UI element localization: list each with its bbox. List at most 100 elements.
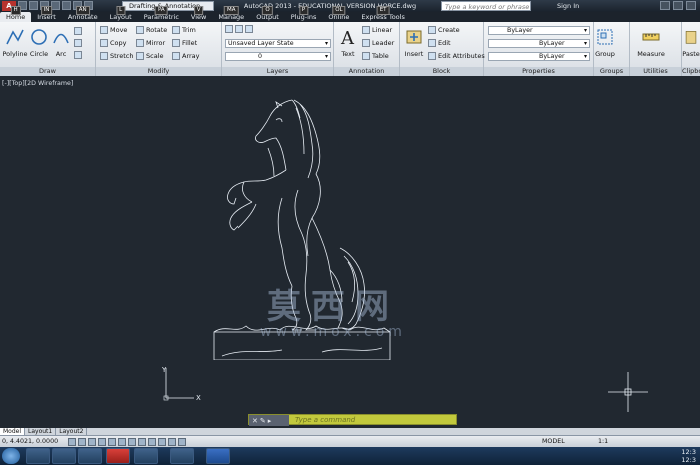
modify-panel-title[interactable]: Modify — [96, 67, 221, 76]
copy-button[interactable]: Copy — [100, 38, 127, 48]
polar-icon[interactable] — [98, 438, 106, 446]
keytip: O — [262, 6, 273, 15]
command-input[interactable]: Type a command — [295, 415, 355, 426]
leader-icon — [362, 39, 370, 47]
minimize-button[interactable] — [660, 1, 670, 10]
layer-state-select[interactable]: Unsaved Layer State — [225, 39, 331, 48]
tab-home[interactable]: Home H — [0, 6, 32, 22]
utilities-panel-title[interactable]: Utilities — [630, 67, 681, 76]
taskbar-app-icon[interactable] — [106, 448, 130, 464]
lineweight-icon[interactable] — [148, 438, 156, 446]
linetype-select[interactable]: ByLayer — [488, 39, 590, 48]
paste-button[interactable]: Paste — [682, 26, 700, 58]
draw-panel-title[interactable]: Draw — [0, 67, 95, 76]
close-button[interactable] — [686, 1, 696, 10]
tab-view[interactable]: View V — [185, 6, 212, 22]
draw-panel: Polyline Circle Arc Draw — [0, 22, 96, 76]
window-controls — [660, 1, 696, 10]
selection-cycling-icon[interactable] — [178, 438, 186, 446]
viewport-controls-label[interactable]: [-][Top][2D Wireframe] — [2, 80, 73, 87]
properties-panel: ByLayer ByLayer ByLayer Properties — [484, 22, 594, 76]
move-button[interactable]: Move — [100, 25, 127, 35]
taskbar-explorer-icon[interactable] — [26, 448, 50, 464]
linear-dimension-button[interactable]: Linear — [362, 25, 392, 35]
trim-icon — [172, 26, 180, 34]
group-button[interactable]: Group — [594, 26, 616, 58]
layer-select[interactable]: 0 — [225, 52, 331, 61]
command-line-tools: ✕ ✎ ▸ — [249, 415, 289, 426]
layer-off-icon[interactable] — [235, 25, 243, 33]
trim-button[interactable]: Trim — [172, 25, 196, 35]
tab-layout[interactable]: Layout L — [104, 6, 138, 22]
layer-isolate-icon[interactable] — [245, 25, 253, 33]
taskbar-autocad-icon[interactable] — [170, 448, 194, 464]
dyn-icon[interactable] — [138, 438, 146, 446]
create-block-button[interactable]: Create — [428, 25, 460, 35]
ducs-icon[interactable] — [128, 438, 136, 446]
transparency-icon[interactable] — [158, 438, 166, 446]
clipboard-panel-title[interactable]: Clipbo — [682, 67, 700, 76]
insert-block-button[interactable]: Insert — [400, 26, 428, 58]
help-search-input[interactable]: Type a keyword or phrase — [441, 1, 531, 11]
arc-button[interactable]: Arc — [46, 26, 76, 58]
osnap-icon[interactable] — [108, 438, 116, 446]
tab-online[interactable]: Online OL — [322, 6, 355, 22]
layers-panel-title[interactable]: Layers — [222, 67, 333, 76]
edit-block-button[interactable]: Edit — [428, 38, 451, 48]
tab-express-tools[interactable]: Express Tools ET — [355, 6, 410, 22]
sign-in-link[interactable]: Sign In — [557, 0, 579, 12]
measure-button[interactable]: Measure — [634, 26, 668, 58]
tab-output[interactable]: Output O — [250, 6, 285, 22]
quick-properties-icon[interactable] — [168, 438, 176, 446]
move-icon — [100, 26, 108, 34]
rectangle-tool-icon[interactable] — [74, 50, 82, 60]
leader-button[interactable]: Leader — [362, 38, 394, 48]
properties-panel-title[interactable]: Properties — [484, 67, 593, 76]
recent-commands-icon[interactable]: ▸ — [268, 417, 272, 425]
customize-command-icon[interactable]: ✎ — [260, 417, 266, 425]
tab-annotate[interactable]: Annotate AN — [62, 6, 104, 22]
color-select[interactable]: ByLayer — [488, 26, 590, 35]
rotate-button[interactable]: Rotate — [136, 25, 167, 35]
block-panel-title[interactable]: Block — [400, 67, 483, 76]
tab-plug-ins[interactable]: Plug-ins P — [285, 6, 323, 22]
layer-properties-icon[interactable] — [225, 25, 233, 33]
maximize-button[interactable] — [673, 1, 683, 10]
tab-model[interactable]: Model — [0, 428, 26, 435]
otrack-icon[interactable] — [118, 438, 126, 446]
text-button[interactable]: A Text — [334, 26, 362, 58]
drawing-viewport[interactable]: [-][Top][2D Wireframe] 莫西网 www.mox.com Y… — [0, 76, 700, 428]
stretch-button[interactable]: Stretch — [100, 51, 133, 61]
plot-icon[interactable] — [62, 1, 71, 10]
tab-layout2[interactable]: Layout2 — [56, 428, 88, 435]
tab-insert[interactable]: Insert IN — [31, 6, 62, 22]
groups-panel-title[interactable]: Groups — [594, 67, 629, 76]
mirror-button[interactable]: Mirror — [136, 38, 165, 48]
tab-manage[interactable]: Manage MA — [212, 6, 250, 22]
ortho-icon[interactable] — [88, 438, 96, 446]
open-icon[interactable] — [29, 1, 38, 10]
scale-button[interactable]: Scale — [136, 51, 164, 61]
hatch-tool-icon[interactable] — [74, 38, 82, 48]
grid-icon[interactable] — [78, 438, 86, 446]
snap-icon[interactable] — [68, 438, 76, 446]
tab-layout1[interactable]: Layout1 — [25, 428, 57, 435]
table-button[interactable]: Table — [362, 51, 389, 61]
taskbar-word-icon[interactable] — [206, 448, 230, 464]
lineweight-select[interactable]: ByLayer — [488, 52, 590, 61]
close-command-icon[interactable]: ✕ — [252, 417, 258, 425]
status-bar: 0, 4.4021, 0.0000 MODEL 1:1 — [0, 435, 700, 447]
command-line[interactable]: ✕ ✎ ▸ Type a command — [248, 414, 457, 426]
taskbar-folder-icon[interactable] — [52, 448, 76, 464]
annotation-panel-title[interactable]: Annotation — [334, 67, 399, 76]
start-button[interactable] — [2, 448, 20, 464]
edit-attributes-button[interactable]: Edit Attributes — [428, 51, 485, 61]
tab-parametric[interactable]: Parametric PA — [138, 6, 185, 22]
fillet-button[interactable]: Fillet — [172, 38, 197, 48]
copy-icon — [100, 39, 108, 47]
measure-icon — [642, 33, 660, 41]
array-button[interactable]: Array — [172, 51, 200, 61]
line-tool-icon[interactable] — [74, 26, 82, 36]
taskbar-browser-icon[interactable] — [134, 448, 158, 464]
taskbar-media-icon[interactable] — [78, 448, 102, 464]
